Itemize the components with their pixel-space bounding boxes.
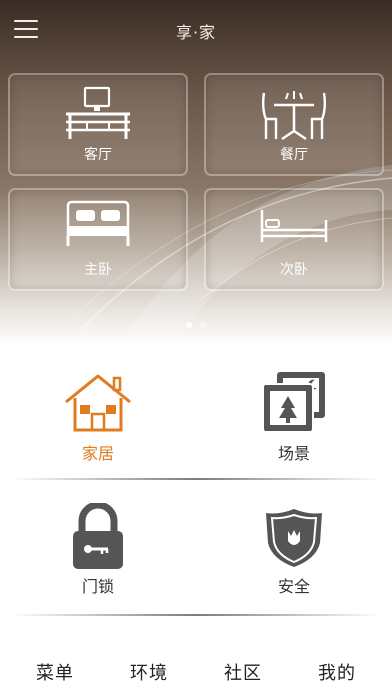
- divider: [10, 478, 382, 480]
- divider: [10, 614, 382, 616]
- nav-item-community[interactable]: 社区: [224, 659, 262, 685]
- room-label: 主卧: [84, 262, 112, 278]
- room-label: 客厅: [84, 147, 112, 163]
- feature-scene[interactable]: 场景: [196, 360, 392, 480]
- hero-banner: 享·家 客厅 餐厅 主卧 次卧: [0, 0, 392, 345]
- room-card-master-bedroom[interactable]: 主卧: [8, 188, 188, 291]
- double-bed-icon: [63, 200, 133, 254]
- feature-label: 门锁: [81, 577, 114, 596]
- shield-icon: [264, 507, 324, 573]
- padlock-icon: [70, 501, 126, 575]
- room-card-second-bedroom[interactable]: 次卧: [204, 188, 384, 291]
- room-label: 次卧: [280, 262, 308, 278]
- room-card-dining-room[interactable]: 餐厅: [204, 73, 384, 176]
- nav-item-environment[interactable]: 环境: [130, 659, 168, 685]
- app-title: 享·家: [175, 23, 217, 42]
- feature-security[interactable]: 安全: [196, 497, 392, 617]
- feature-label: 家居: [81, 444, 114, 463]
- app-header: 享·家: [0, 0, 392, 58]
- tv-cabinet-icon: [63, 85, 133, 145]
- house-icon: [62, 372, 134, 438]
- carousel-dot[interactable]: [200, 322, 206, 328]
- feature-label: 安全: [277, 577, 310, 596]
- carousel-indicator: [0, 313, 392, 332]
- carousel-dot-active[interactable]: [186, 322, 192, 328]
- room-card-living-room[interactable]: 客厅: [8, 73, 188, 176]
- feature-home[interactable]: 家居: [0, 360, 196, 480]
- feature-door-lock[interactable]: 门锁: [0, 497, 196, 617]
- bottom-nav: 菜单 环境 社区 我的: [0, 648, 392, 696]
- room-label: 餐厅: [280, 147, 308, 163]
- feature-label: 场景: [277, 444, 310, 463]
- photo-frames-icon: [259, 370, 329, 440]
- single-bed-icon: [258, 206, 330, 250]
- nav-item-profile[interactable]: 我的: [318, 659, 356, 685]
- dining-table-icon: [258, 85, 330, 145]
- nav-item-menu[interactable]: 菜单: [36, 659, 74, 685]
